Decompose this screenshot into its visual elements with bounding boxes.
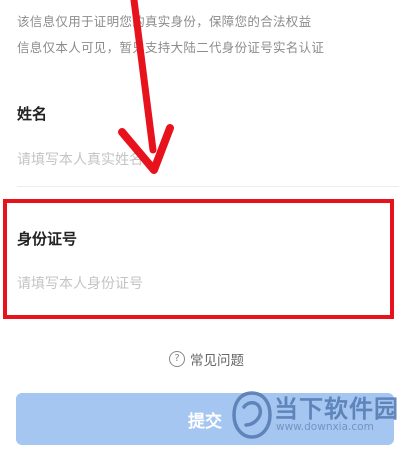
- submit-label: 提交: [188, 411, 222, 432]
- name-input[interactable]: [17, 152, 397, 168]
- name-divider: [17, 186, 399, 187]
- faq-link[interactable]: ? 常见问题: [0, 349, 413, 369]
- question-circle-icon: ?: [169, 351, 185, 367]
- name-label: 姓名: [17, 105, 48, 123]
- notice-line-1: 该信息仅用于证明您的真实身份，保障您的合法权益: [17, 14, 312, 29]
- id-field-highlight-box: [3, 199, 394, 319]
- faq-label: 常见问题: [190, 353, 244, 369]
- submit-button[interactable]: 提交: [16, 393, 394, 445]
- notice-line-2: 信息仅本人可见，暂只支持大陆二代身份证号实名认证: [17, 40, 325, 55]
